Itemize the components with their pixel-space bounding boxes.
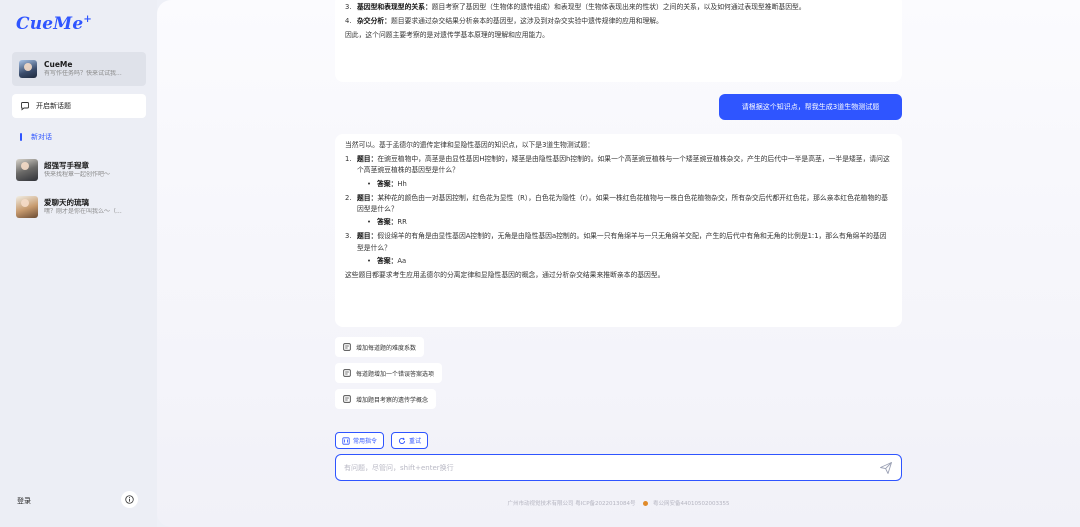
list-item: 3. 基因型和表现型的关系：题目考察了基因型（生物体的遗传组成）和表现型（生物体… (345, 3, 806, 11)
question-item: 3. 题目：假设绵羊的有角是由显性基因A控制的，无角是由隐性基因a控制的。如果一… (345, 232, 887, 252)
assistant-name: CueMe (44, 60, 73, 70)
answer-item: • 答案：Hh (367, 179, 407, 188)
list-item: 4. 杂交分析：题目要求通过杂交结果分析亲本的基因型，这涉及到对杂交实验中遗传规… (345, 17, 663, 26)
ai-message: 当然可以。基于孟德尔的遗传定律和显隐性基因的知识点，以下是3道生物测试题： 1.… (335, 134, 902, 327)
suggestion-add-wrong-option[interactable]: 每道题增加一个错误答案选项 (335, 363, 443, 383)
common-commands-button[interactable]: 常用指令 (335, 432, 385, 449)
assistant-card-cueme[interactable]: CueMe 有写作任务吗？快来试试我... (12, 52, 146, 86)
login-link[interactable]: 登录 (17, 496, 31, 506)
answer-item: • 答案：RR (367, 218, 407, 227)
info-icon-glyph (125, 495, 134, 504)
ai-message-previous: 3. 基因型和表现型的关系：题目考察了基因型（生物体的遗传组成）和表现型（生物体… (335, 0, 902, 82)
logo[interactable]: CueMe+ (16, 14, 92, 34)
answer-item: • 答案：Aa (367, 256, 407, 265)
icp-record[interactable]: 广州市动视觉技术有限公司 粤ICP备2022013084号 (507, 501, 635, 507)
send-icon[interactable] (879, 461, 893, 475)
suggestion-add-concepts[interactable]: 增加题目考察的遗传学概念 (335, 389, 437, 409)
police-record[interactable]: 粤公网安备44010502003355 (653, 501, 730, 507)
message-icon (343, 369, 351, 377)
user-message: 请根据这个知识点，帮我生成3道生物测试题 (719, 94, 902, 120)
question-item: 1. 题目：在豌豆植物中，高茎是由显性基因H控制的，矮茎是由隐性基因h控制的。如… (345, 155, 890, 175)
icp-footer: 广州市动视觉技术有限公司 粤ICP备2022013084号 粤公网安备44010… (335, 499, 902, 507)
assistant-subtitle: 有写作任务吗？快来试试我... (44, 69, 122, 77)
conversation-subtitle: 嘿？刚才是你在叫我么～（... (44, 207, 122, 215)
info-icon[interactable] (121, 491, 138, 508)
retry-button[interactable]: 重试 (391, 432, 429, 449)
suggestion-label: 增加每道题的难度系数 (356, 344, 417, 352)
question-item: 2. 题目：某种花的颜色由一对基因控制，红色花为显性（R），白色花为隐性（r）。… (345, 193, 888, 214)
new-chat-icon (21, 102, 29, 111)
chat-input-box[interactable] (335, 454, 902, 481)
active-indicator (20, 133, 22, 141)
retry-label: 重试 (409, 438, 422, 445)
new-topic-button[interactable]: 开启新话题 (12, 94, 146, 118)
refresh-icon (398, 437, 406, 444)
conversation-subtitle: 快来找程章一起创作吧～ (44, 170, 111, 178)
message-conclusion: 这些题目都要求考生应用孟德尔的分离定律和显隐性基因的概念，通过分析杂交结果来推断… (345, 271, 665, 280)
avatar (16, 196, 38, 218)
new-topic-label: 开启新话题 (36, 102, 71, 110)
conversation-item-writer[interactable]: 超强写手程章 快来找程章一起创作吧～ (16, 159, 150, 181)
message-icon (343, 343, 351, 351)
avatar (19, 60, 37, 78)
chat-input[interactable] (344, 463, 879, 472)
message-intro: 当然可以。基于孟德尔的遗传定律和显隐性基因的知识点，以下是3道生物测试题： (345, 141, 595, 149)
suggestion-increase-difficulty[interactable]: 增加每道题的难度系数 (335, 337, 425, 357)
avatar (16, 159, 38, 181)
current-conversation-label: 新对话 (31, 133, 52, 141)
police-badge-icon (643, 501, 649, 506)
conversation-item-liuli[interactable]: 爱聊天的琉璃 嘿？刚才是你在叫我么～（... (16, 196, 150, 218)
conversation-title: 超强写手程章 (44, 161, 89, 171)
current-conversation-item[interactable]: 新对话 (20, 132, 52, 142)
common-commands-label: 常用指令 (353, 438, 378, 445)
suggestion-label: 每道题增加一个错误答案选项 (356, 370, 435, 378)
chat-main: 3. 基因型和表现型的关系：题目考察了基因型（生物体的遗传组成）和表现型（生物体… (157, 0, 1080, 527)
conversation-title: 爱聊天的琉璃 (44, 198, 89, 208)
message-icon (343, 395, 351, 403)
suggestion-label: 增加题目考察的遗传学概念 (356, 396, 429, 404)
sidebar: CueMe+ CueMe 有写作任务吗？快来试试我... 开启新话题 新对话 超… (0, 0, 157, 527)
command-icon (342, 436, 350, 445)
message-conclusion: 因此，这个问题主要考察的是对遗传学基本原理的理解和应用能力。 (345, 31, 549, 40)
